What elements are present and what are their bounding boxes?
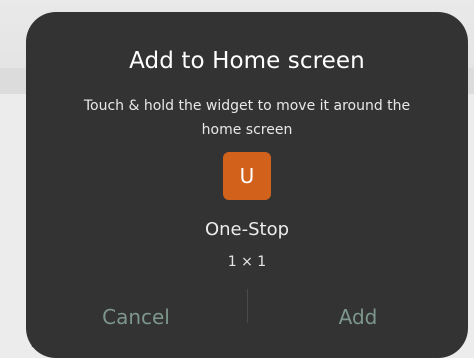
dialog-subtitle: Touch & hold the widget to move it aroun… — [83, 98, 411, 138]
widget-icon-letter: U — [239, 164, 255, 188]
add-button[interactable]: Add — [248, 287, 468, 347]
dialog-actions: Cancel Add — [26, 287, 468, 347]
dialog-title: Add to Home screen — [129, 48, 365, 74]
widget-preview-icon[interactable]: U — [223, 152, 271, 200]
widget-size: 1 × 1 — [227, 254, 267, 270]
widget-name: One-Stop — [204, 219, 290, 240]
cancel-button[interactable]: Cancel — [26, 287, 246, 347]
add-to-home-dialog: Add to Home screen Touch & hold the widg… — [26, 12, 468, 358]
